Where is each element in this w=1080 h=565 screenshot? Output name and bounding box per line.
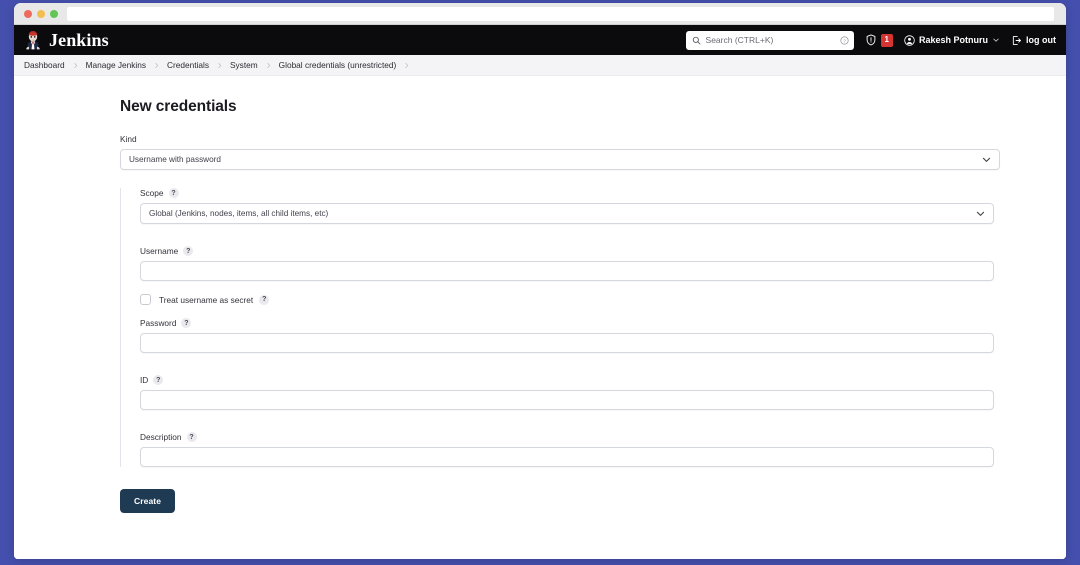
help-icon[interactable]: ? bbox=[181, 318, 191, 328]
breadcrumb-item-dashboard[interactable]: Dashboard bbox=[24, 60, 65, 70]
chevron-right-icon bbox=[403, 62, 410, 69]
spacer bbox=[140, 410, 994, 432]
field-username: Username ? bbox=[140, 246, 994, 281]
treat-username-as-secret-label-row: Treat username as secret ? bbox=[159, 295, 269, 305]
security-alert-badge[interactable]: 1 bbox=[881, 34, 893, 47]
username-label-row: Username ? bbox=[140, 246, 994, 256]
scope-label-row: Scope ? bbox=[140, 188, 994, 198]
search-icon bbox=[692, 36, 701, 45]
help-icon[interactable]: ? bbox=[259, 295, 269, 305]
shield-alert-icon[interactable] bbox=[865, 34, 877, 46]
security-alerts-group[interactable]: 1 bbox=[865, 34, 893, 47]
field-description: Description ? bbox=[140, 432, 994, 467]
chevron-down-icon[interactable] bbox=[975, 208, 986, 219]
chevron-right-icon bbox=[72, 62, 79, 69]
form-actions: Create bbox=[120, 489, 1000, 513]
chevron-right-icon bbox=[216, 62, 223, 69]
window-maximize-button[interactable] bbox=[50, 10, 58, 18]
password-input[interactable] bbox=[140, 333, 994, 353]
description-label-row: Description ? bbox=[140, 432, 994, 442]
svg-text:?: ? bbox=[843, 38, 846, 44]
description-label: Description bbox=[140, 432, 182, 442]
treat-username-as-secret-label: Treat username as secret bbox=[159, 295, 253, 305]
jenkins-top-header: Jenkins Search (CTRL+K) ? bbox=[14, 25, 1066, 55]
chevron-down-icon[interactable] bbox=[981, 154, 992, 165]
chevron-down-icon[interactable] bbox=[992, 36, 1000, 44]
jenkins-app: Jenkins Search (CTRL+K) ? bbox=[14, 25, 1066, 559]
help-icon[interactable]: ? bbox=[187, 432, 197, 442]
main-content: New credentials Kind Username with passw… bbox=[14, 76, 1066, 559]
chevron-right-icon bbox=[265, 62, 272, 69]
browser-chrome bbox=[14, 3, 1066, 25]
breadcrumb-item-credentials[interactable]: Credentials bbox=[167, 60, 209, 70]
create-button[interactable]: Create bbox=[120, 489, 175, 513]
kind-label-row: Kind bbox=[120, 134, 1000, 144]
kind-selected-value: Username with password bbox=[129, 155, 981, 164]
browser-url-bar[interactable] bbox=[67, 7, 1054, 21]
id-label: ID bbox=[140, 375, 148, 385]
scope-label: Scope bbox=[140, 188, 164, 198]
window-traffic-lights bbox=[24, 10, 58, 18]
logout-arrow-icon bbox=[1011, 35, 1022, 46]
window-close-button[interactable] bbox=[24, 10, 32, 18]
field-password: Password ? bbox=[140, 318, 994, 353]
breadcrumb-item-manage-jenkins[interactable]: Manage Jenkins bbox=[86, 60, 146, 70]
scope-select[interactable]: Global (Jenkins, nodes, items, all child… bbox=[140, 203, 994, 224]
scope-selected-value: Global (Jenkins, nodes, items, all child… bbox=[149, 209, 975, 218]
help-icon[interactable]: ? bbox=[153, 375, 163, 385]
credential-details-section: Scope ? Global (Jenkins, nodes, items, a… bbox=[120, 188, 1000, 467]
chevron-right-icon bbox=[153, 62, 160, 69]
id-label-row: ID ? bbox=[140, 375, 994, 385]
kind-select[interactable]: Username with password bbox=[120, 149, 1000, 170]
browser-window: Jenkins Search (CTRL+K) ? bbox=[14, 3, 1066, 559]
window-minimize-button[interactable] bbox=[37, 10, 45, 18]
jenkins-butler-logo-icon bbox=[22, 29, 44, 51]
id-input[interactable] bbox=[140, 390, 994, 410]
user-circle-icon bbox=[904, 35, 915, 46]
description-input[interactable] bbox=[140, 447, 994, 467]
password-label: Password bbox=[140, 318, 176, 328]
jenkins-brand-label: Jenkins bbox=[49, 31, 109, 49]
field-id: ID ? bbox=[140, 375, 994, 410]
spacer bbox=[140, 224, 994, 246]
help-circle-icon[interactable]: ? bbox=[840, 36, 849, 45]
search-box[interactable]: Search (CTRL+K) ? bbox=[686, 31, 854, 50]
search-input[interactable]: Search (CTRL+K) bbox=[706, 35, 835, 45]
page-title: New credentials bbox=[120, 98, 1000, 116]
logout-button[interactable]: log out bbox=[1011, 35, 1056, 46]
help-icon[interactable]: ? bbox=[183, 246, 193, 256]
breadcrumb-item-system[interactable]: System bbox=[230, 60, 258, 70]
user-menu[interactable]: Rakesh Potnuru bbox=[904, 35, 1000, 46]
logout-label: log out bbox=[1026, 35, 1056, 45]
username-input[interactable] bbox=[140, 261, 994, 281]
kind-label: Kind bbox=[120, 134, 137, 144]
username-label: Username bbox=[140, 246, 178, 256]
user-name-label: Rakesh Potnuru bbox=[919, 35, 988, 45]
credentials-form: New credentials Kind Username with passw… bbox=[120, 98, 1000, 513]
breadcrumb-item-global-credentials[interactable]: Global credentials (unrestricted) bbox=[279, 60, 397, 70]
breadcrumb: Dashboard Manage Jenkins Credentials Sys… bbox=[14, 55, 1066, 76]
field-kind: Kind Username with password bbox=[120, 134, 1000, 170]
password-label-row: Password ? bbox=[140, 318, 994, 328]
spacer bbox=[140, 353, 994, 375]
treat-username-as-secret-row[interactable]: Treat username as secret ? bbox=[140, 294, 994, 305]
header-right-group: Search (CTRL+K) ? 1 bbox=[686, 31, 1058, 50]
field-scope: Scope ? Global (Jenkins, nodes, items, a… bbox=[140, 188, 994, 224]
treat-username-as-secret-checkbox[interactable] bbox=[140, 294, 151, 305]
jenkins-brand-link[interactable]: Jenkins bbox=[22, 29, 109, 51]
help-icon[interactable]: ? bbox=[169, 188, 179, 198]
